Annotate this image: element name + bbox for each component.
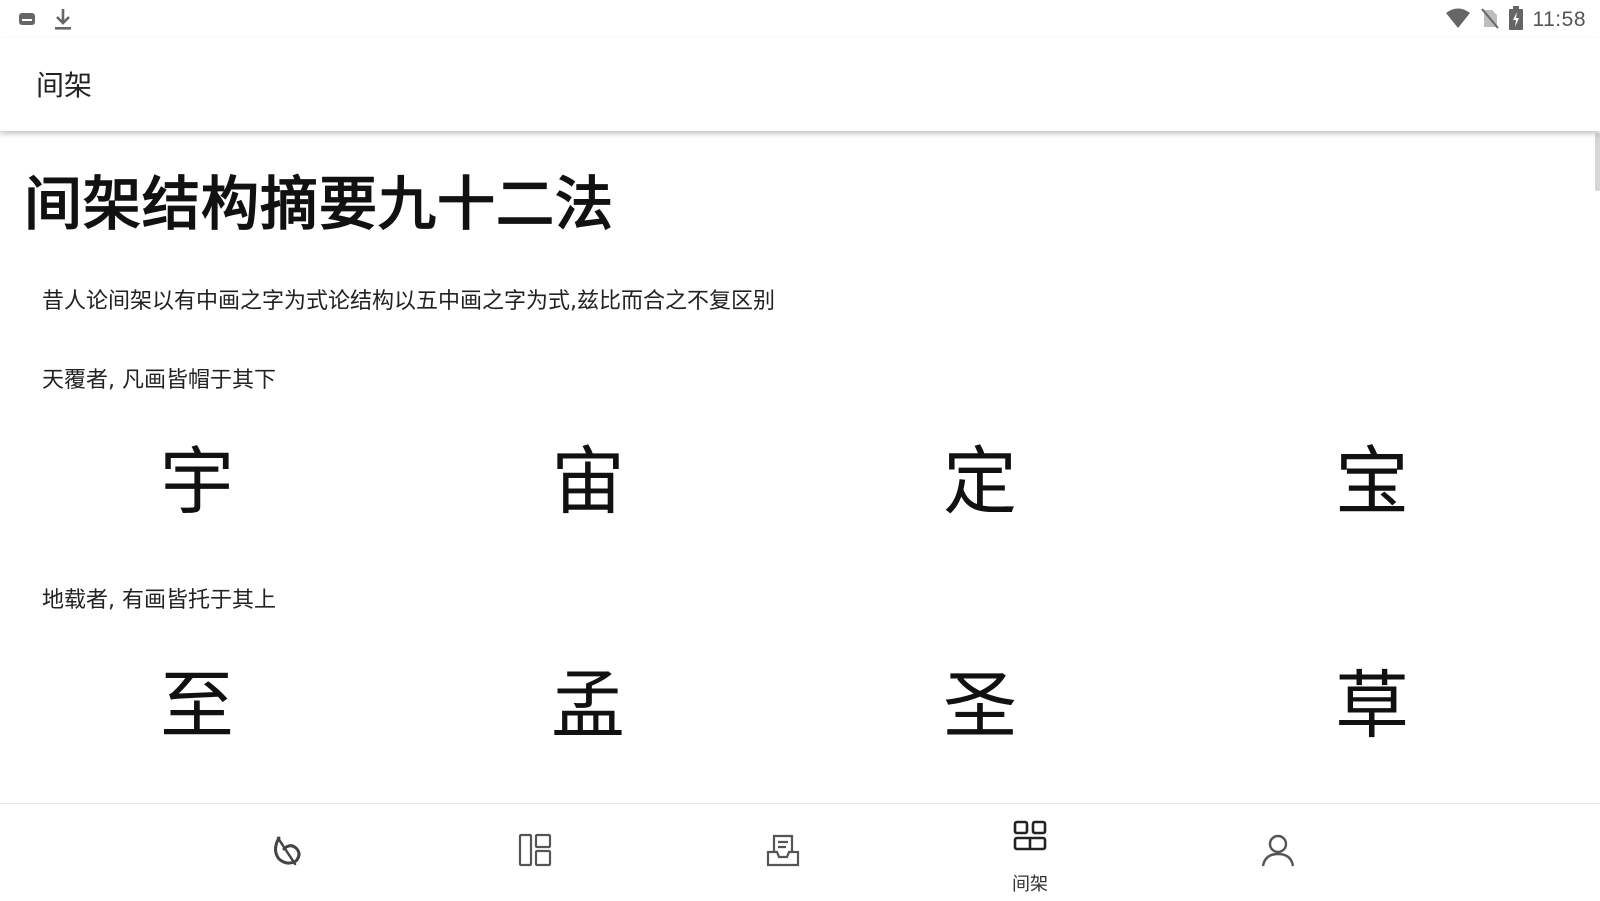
no-sim-icon (1480, 7, 1499, 33)
calligraphy-char[interactable]: 宝 (1302, 427, 1442, 537)
scrollbar[interactable] (1595, 133, 1600, 191)
app-bar-title: 间架 (36, 69, 93, 102)
nav-label-jianjia: 间架 (1012, 874, 1048, 895)
battery-charging-icon (1508, 6, 1523, 34)
status-bar-right: 11:58 (1445, 6, 1587, 34)
calligraphy-char[interactable]: 至 (127, 651, 267, 761)
nav-item-inbox[interactable] (723, 804, 843, 901)
status-time: 11:58 (1532, 8, 1586, 31)
page-title: 间架结构摘要九十二法 (24, 170, 615, 238)
char-row-tianfu: 宇 宙 定 宝 (0, 427, 1600, 537)
nav-item-profile[interactable] (1218, 804, 1338, 901)
section-label-tianfu: 天覆者, 凡画皆帽于其下 (42, 368, 276, 393)
keyboard-icon (18, 11, 36, 31)
download-icon (54, 7, 72, 35)
intro-text: 昔人论间架以有中画之字为式论结构以五中画之字为式,兹比而合之不复区别 (42, 289, 775, 314)
brush-stroke-icon (274, 836, 301, 866)
calligraphy-char[interactable]: 孟 (518, 651, 658, 761)
status-bar-left (18, 7, 72, 35)
section-label-dizai: 地载者, 有画皆托于其上 (42, 588, 276, 613)
char-row-dizai: 至 孟 圣 草 (0, 651, 1600, 761)
calligraphy-char[interactable]: 定 (910, 427, 1050, 537)
main-content[interactable]: 间架结构摘要九十二法 昔人论间架以有中画之字为式论结构以五中画之字为式,兹比而合… (0, 131, 1600, 803)
calligraphy-char[interactable]: 宙 (518, 427, 658, 537)
wifi-icon (1445, 7, 1471, 33)
nav-item-jianjia[interactable]: 间架 (970, 804, 1090, 901)
bottom-navigation: 间架 (0, 803, 1600, 901)
app-bar: 间架 (0, 38, 1600, 131)
calligraphy-char[interactable]: 圣 (910, 651, 1050, 761)
calligraphy-char[interactable]: 草 (1302, 651, 1442, 761)
inbox-document-icon (766, 834, 800, 867)
nav-item-brush[interactable] (227, 804, 347, 901)
nav-item-layout[interactable] (475, 804, 595, 901)
layout-icon (518, 833, 552, 867)
calligraphy-char[interactable]: 宇 (127, 427, 267, 537)
grid-icon (1013, 820, 1047, 851)
status-bar: 11:58 (0, 0, 1600, 38)
user-icon (1261, 834, 1295, 867)
